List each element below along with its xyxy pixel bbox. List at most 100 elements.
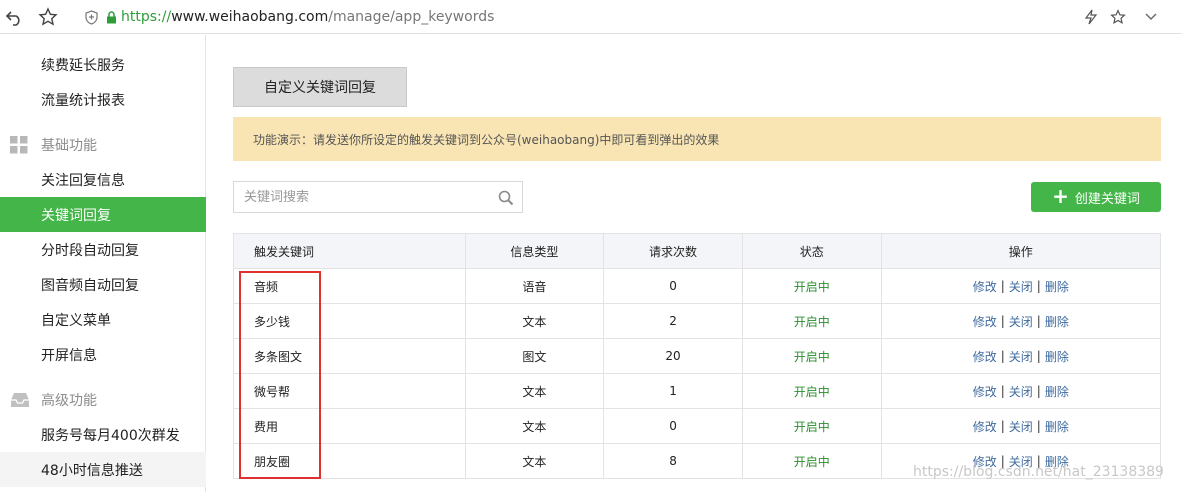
separator: | [1000, 419, 1005, 433]
search-input[interactable] [234, 182, 474, 212]
undo-icon[interactable] [4, 7, 24, 27]
sidebar-item-keyword-reply[interactable]: 关键词回复 [0, 197, 206, 232]
cell-type: 文本 [466, 444, 605, 478]
header-actions: 操作 [1008, 244, 1033, 259]
lightning-icon[interactable] [1081, 7, 1101, 27]
separator: | [1036, 384, 1041, 398]
cell-status: 开启中 [743, 304, 882, 338]
url-scheme: https:// [121, 9, 172, 25]
header-status: 状态 [743, 234, 882, 268]
cell-type: 语音 [466, 269, 605, 303]
plus-icon: + [1052, 184, 1069, 208]
separator: | [1000, 279, 1005, 293]
lock-icon [103, 7, 119, 27]
url-host: www.weihaobang.com [171, 9, 329, 25]
create-keyword-button[interactable]: + 创建关键词 [1031, 182, 1161, 212]
cell-status: 开启中 [743, 409, 882, 443]
cell-type: 图文 [466, 339, 605, 373]
main-content: 自定义关键词回复 功能演示：请发送你所设定的触发关键词到公众号(weihaoba… [207, 35, 1182, 492]
cell-status: 开启中 [743, 374, 882, 408]
header-count: 请求次数 [604, 234, 743, 268]
sidebar-item-48h-push[interactable]: 48小时信息推送 [0, 452, 206, 487]
sidebar: 续费延长服务 流量统计报表 基础功能 关注回复信息 关键词回复 分时段自动回复 … [0, 35, 206, 492]
sidebar-item-media-reply[interactable]: 图音频自动回复 [0, 267, 206, 302]
url-path: /manage/app_keywords [328, 9, 495, 25]
close-link[interactable]: 关闭 [1009, 383, 1033, 400]
cell-count: 2 [604, 304, 743, 338]
header-type: 信息类型 [466, 234, 605, 268]
cell-actions: 修改 | 关闭 | 删除 [882, 269, 1160, 303]
favorite-star-icon[interactable] [1108, 7, 1128, 27]
close-link[interactable]: 关闭 [1009, 313, 1033, 330]
cell-status: 开启中 [743, 339, 882, 373]
cell-actions: 修改 | 关闭 | 删除 [882, 409, 1160, 443]
cell-keyword: 费用 [234, 409, 466, 443]
star-bookmark-icon[interactable] [38, 7, 58, 27]
grid-icon [10, 136, 28, 154]
search-field[interactable] [233, 181, 523, 213]
cell-status: 开启中 [743, 269, 882, 303]
table-row: 微号帮 文本 1 开启中 修改 | 关闭 | 删除 [234, 374, 1160, 409]
cell-count: 0 [604, 409, 743, 443]
tab-custom-keyword-reply[interactable]: 自定义关键词回复 [233, 67, 407, 107]
sidebar-item-splash[interactable]: 开屏信息 [0, 337, 206, 372]
sidebar-group-basic-label: 基础功能 [41, 137, 97, 154]
cell-status: 开启中 [743, 444, 882, 478]
sidebar-group-advanced-label: 高级功能 [41, 392, 97, 409]
edit-link[interactable]: 修改 [973, 278, 997, 295]
sidebar-item-traffic-stats[interactable]: 流量统计报表 [0, 82, 206, 117]
delete-link[interactable]: 删除 [1045, 278, 1069, 295]
sidebar-item-mass-send[interactable]: 服务号每月400次群发 [0, 417, 206, 452]
chevron-down-icon[interactable] [1141, 7, 1161, 27]
delete-link[interactable]: 删除 [1045, 383, 1069, 400]
separator: | [1000, 314, 1005, 328]
delete-link[interactable]: 删除 [1045, 313, 1069, 330]
cell-actions: 修改 | 关闭 | 删除 [882, 304, 1160, 338]
delete-link[interactable]: 删除 [1045, 418, 1069, 435]
cell-count: 1 [604, 374, 743, 408]
keyword-table: 触发关键词 信息类型 请求次数 状态 操作 音频 语音 0 开启中 修改 | 关闭 | 删除 多少… [233, 233, 1161, 479]
address-bar[interactable]: https://www.weihaobang.com/manage/app_ke… [121, 8, 494, 26]
sidebar-item-renewal[interactable]: 续费延长服务 [0, 47, 206, 82]
separator: | [1036, 279, 1041, 293]
header-keyword: 触发关键词 [234, 234, 466, 268]
close-link[interactable]: 关闭 [1009, 278, 1033, 295]
separator: | [1036, 349, 1041, 363]
cell-count: 8 [604, 444, 743, 478]
edit-link[interactable]: 修改 [973, 348, 997, 365]
sidebar-group-basic: 基础功能 [0, 127, 206, 162]
cell-keyword: 多少钱 [234, 304, 466, 338]
sidebar-group-advanced: 高级功能 [0, 382, 206, 417]
cell-type: 文本 [466, 304, 605, 338]
delete-link[interactable]: 删除 [1045, 348, 1069, 365]
table-row: 多少钱 文本 2 开启中 修改 | 关闭 | 删除 [234, 304, 1160, 339]
close-link[interactable]: 关闭 [1009, 348, 1033, 365]
sidebar-item-follow-reply[interactable]: 关注回复信息 [0, 162, 206, 197]
cell-keyword: 微号帮 [234, 374, 466, 408]
edit-link[interactable]: 修改 [973, 313, 997, 330]
watermark: https://blog.csdn.net/hat_23138389 [913, 464, 1164, 480]
close-link[interactable]: 关闭 [1009, 418, 1033, 435]
separator: | [1036, 314, 1041, 328]
table-row: 费用 文本 0 开启中 修改 | 关闭 | 删除 [234, 409, 1160, 444]
shield-icon [83, 7, 99, 27]
cell-count: 20 [604, 339, 743, 373]
table-row: 音频 语音 0 开启中 修改 | 关闭 | 删除 [234, 269, 1160, 304]
cell-keyword: 音频 [234, 269, 466, 303]
sidebar-item-custom-menu[interactable]: 自定义菜单 [0, 302, 206, 337]
separator: | [1000, 349, 1005, 363]
browser-toolbar: https://www.weihaobang.com/manage/app_ke… [0, 0, 1182, 34]
cell-actions: 修改 | 关闭 | 删除 [882, 339, 1160, 373]
search-icon[interactable] [498, 190, 514, 206]
sidebar-item-timed-reply[interactable]: 分时段自动回复 [0, 232, 206, 267]
separator: | [1000, 384, 1005, 398]
edit-link[interactable]: 修改 [973, 383, 997, 400]
cell-count: 0 [604, 269, 743, 303]
cell-keyword: 多条图文 [234, 339, 466, 373]
separator: | [1036, 419, 1041, 433]
cell-actions: 修改 | 关闭 | 删除 [882, 374, 1160, 408]
create-keyword-label: 创建关键词 [1074, 191, 1140, 207]
edit-link[interactable]: 修改 [973, 418, 997, 435]
notice-banner: 功能演示：请发送你所设定的触发关键词到公众号(weihaobang)中即可看到弹… [233, 117, 1161, 161]
cell-type: 文本 [466, 409, 605, 443]
